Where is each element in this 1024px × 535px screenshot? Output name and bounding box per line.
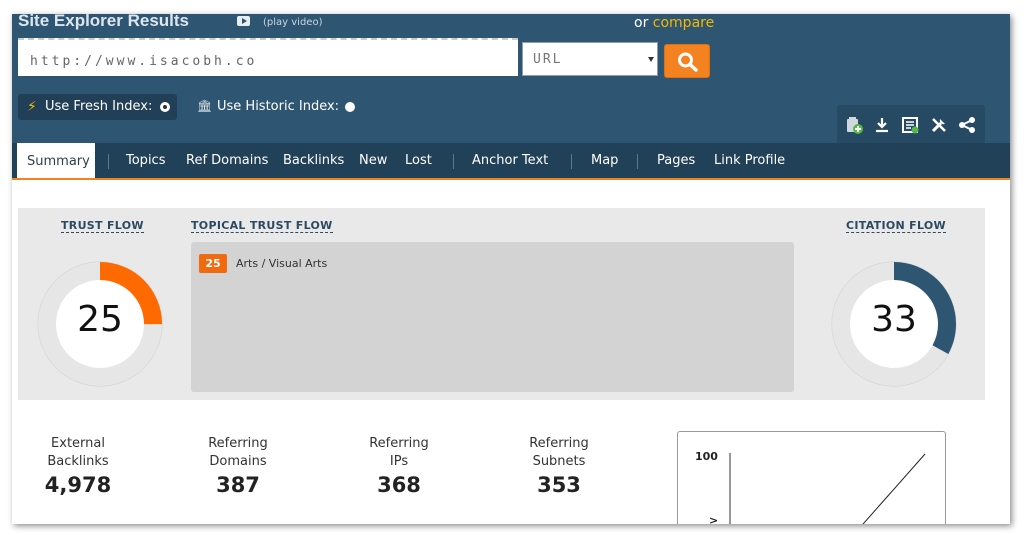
share-icon[interactable]	[957, 115, 977, 135]
play-video-link[interactable]: (play video)	[263, 17, 322, 28]
historic-index-label: Use Historic Index:	[217, 99, 340, 114]
topic-name[interactable]: Arts / Visual Arts	[236, 257, 327, 270]
metric-value: 387	[216, 473, 260, 497]
citation-flow-value: 33	[871, 299, 917, 340]
tab-separator	[637, 154, 638, 169]
header: Site Explorer Results (play video) or co…	[12, 14, 1010, 180]
metric-label: IPs	[389, 454, 409, 469]
lightning-icon: ⚡	[27, 99, 37, 115]
metric-label: Referring	[208, 436, 268, 451]
y-axis-marker: >	[709, 514, 718, 524]
historic-index-option[interactable]: 🏛 Use Historic Index:	[197, 99, 355, 114]
metric-label: Referring	[529, 436, 589, 451]
chevron-down-icon	[648, 57, 654, 62]
play-video-icon[interactable]	[237, 16, 250, 26]
tab-summary[interactable]: Summary	[17, 143, 95, 180]
metric-referring-domains[interactable]: Referring Domains 387	[178, 435, 298, 497]
metric-referring-subnets[interactable]: Referring Subnets 353	[499, 435, 619, 497]
metric-label: Domains	[209, 454, 267, 469]
topical-trust-flow-label[interactable]: TOPICAL TRUST FLOW	[191, 219, 333, 233]
citation-flow-donut: 33	[830, 260, 958, 388]
metric-external-backlinks[interactable]: External Backlinks 4,978	[18, 435, 138, 497]
metric-value: 4,978	[44, 473, 112, 497]
metric-value: 368	[377, 473, 421, 497]
tab-backlinks[interactable]: Backlinks	[283, 153, 344, 168]
report-icon[interactable]	[900, 115, 920, 135]
citation-flow-label[interactable]: CITATION FLOW	[846, 219, 946, 233]
download-icon[interactable]	[872, 115, 892, 135]
tools-icon[interactable]	[929, 115, 949, 135]
historic-index-radio[interactable]	[345, 102, 355, 112]
bank-icon: 🏛	[197, 99, 213, 113]
tab-separator	[108, 154, 109, 169]
compare-link[interactable]: compare	[653, 15, 714, 31]
trust-flow-donut: 25	[36, 260, 164, 388]
trust-flow-value: 25	[77, 299, 123, 340]
scope-select[interactable]: URL	[522, 42, 658, 76]
tab-separator	[453, 154, 454, 169]
topical-trust-flow-box: 25 Arts / Visual Arts	[191, 242, 794, 392]
metric-value: 353	[537, 473, 581, 497]
or-text: or	[634, 15, 649, 31]
flow-metrics-chart[interactable]: 100 >	[677, 431, 946, 524]
diagonal-line	[862, 453, 926, 524]
flow-metrics-panel: TRUST FLOW TOPICAL TRUST FLOW CITATION F…	[18, 208, 985, 400]
fresh-index-option[interactable]: ⚡ Use Fresh Index:	[18, 94, 177, 120]
y-axis-max-label: 100	[695, 450, 718, 463]
metric-label: External	[51, 436, 105, 451]
tab-pages[interactable]: Pages	[657, 153, 695, 168]
metric-label: Subnets	[532, 454, 586, 469]
tab-bar: Summary Topics Ref Domains Backlinks New…	[12, 143, 1010, 180]
tab-underline	[12, 178, 1010, 180]
topic-score-badge: 25	[199, 254, 227, 273]
toolbar	[837, 105, 985, 143]
or-compare: or compare	[634, 15, 714, 31]
site-explorer-page: Site Explorer Results (play video) or co…	[12, 14, 1010, 524]
scope-value: URL	[533, 52, 563, 67]
add-to-bucket-icon[interactable]	[844, 115, 864, 135]
flow-metrics-plot: 100 >	[695, 450, 926, 524]
tab-anchor-text[interactable]: Anchor Text	[472, 153, 548, 168]
tab-link-profile[interactable]: Link Profile	[714, 153, 785, 168]
tab-ref-domains[interactable]: Ref Domains	[186, 153, 268, 168]
metric-referring-ips[interactable]: Referring IPs 368	[339, 435, 459, 497]
tab-new[interactable]: New	[359, 153, 387, 168]
search-button[interactable]	[664, 44, 710, 78]
trust-flow-label[interactable]: TRUST FLOW	[61, 219, 144, 233]
metric-label: Backlinks	[47, 454, 109, 469]
search-icon	[678, 52, 698, 72]
tab-topics[interactable]: Topics	[126, 153, 165, 168]
page-title: Site Explorer Results	[18, 14, 190, 30]
url-input[interactable]: http://www.isacobh.co	[18, 38, 518, 76]
tab-separator	[571, 154, 572, 169]
fresh-index-radio[interactable]	[160, 102, 170, 112]
tab-map[interactable]: Map	[591, 153, 618, 168]
fresh-index-label: Use Fresh Index:	[45, 99, 153, 114]
tab-lost[interactable]: Lost	[405, 153, 432, 168]
metric-label: Referring	[369, 436, 429, 451]
